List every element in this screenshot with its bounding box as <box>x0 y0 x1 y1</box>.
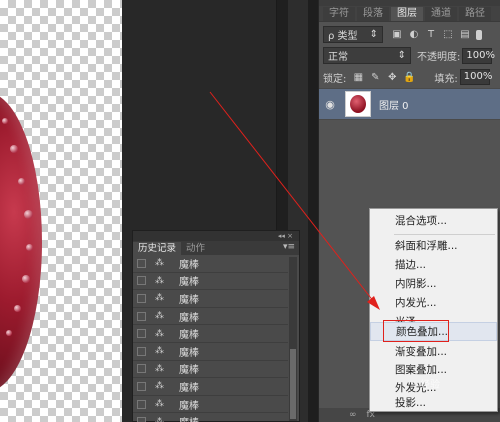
annotation-arrow <box>209 91 380 310</box>
watermark-text: 经验 <box>420 380 440 391</box>
arrow-line <box>209 91 375 303</box>
arrow-head <box>367 296 380 310</box>
